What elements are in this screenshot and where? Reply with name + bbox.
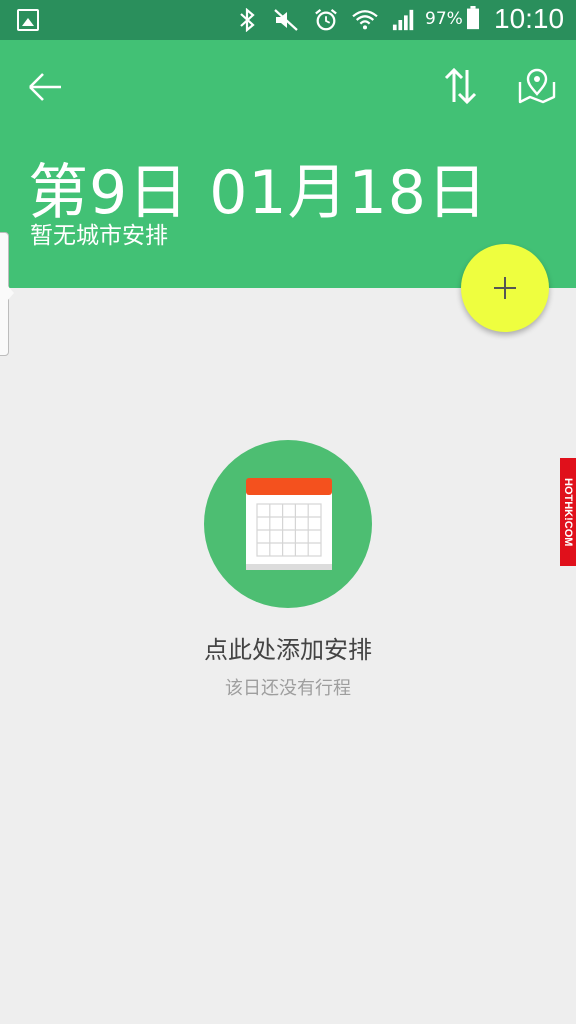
mute-icon (274, 9, 298, 31)
gallery-icon (17, 9, 39, 31)
empty-state-hint: 该日还没有行程 (225, 678, 351, 699)
status-clock: 10:10 (494, 3, 565, 34)
map-pin-icon[interactable] (512, 62, 562, 112)
drawer-handle[interactable] (0, 232, 14, 356)
calendar-icon (246, 478, 332, 570)
wifi-icon (352, 10, 378, 30)
back-arrow-icon[interactable] (20, 62, 70, 112)
add-schedule-label[interactable]: 点此处添加安排 (0, 630, 576, 665)
battery-percent: 97% (425, 9, 463, 29)
page-subtitle: 暂无城市安排 (30, 223, 168, 249)
sort-icon[interactable] (436, 62, 486, 112)
add-schedule-button[interactable] (204, 440, 372, 608)
battery-icon (467, 6, 479, 30)
signal-icon (392, 9, 414, 31)
bluetooth-icon (240, 8, 255, 32)
add-button[interactable] (461, 244, 549, 332)
watermark: HOTHK!COM (560, 458, 576, 566)
status-bar: 97% 10:10 (0, 0, 576, 40)
alarm-icon (315, 8, 337, 31)
